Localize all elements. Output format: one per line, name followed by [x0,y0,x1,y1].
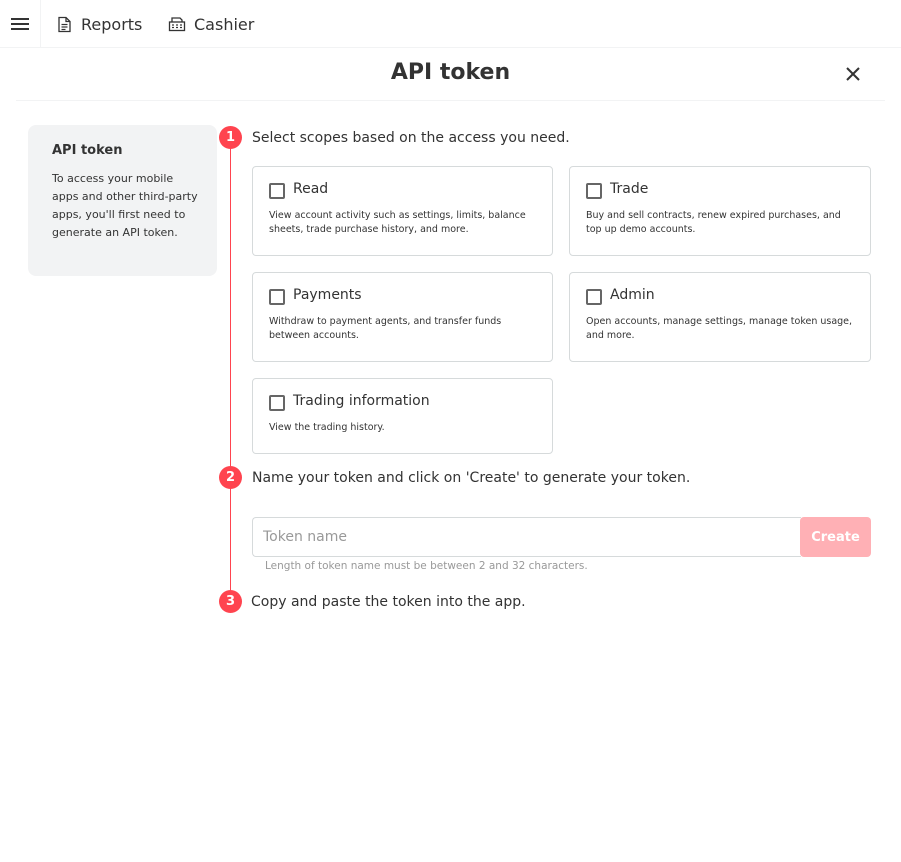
top-bar: Reports Cashier [0,0,901,48]
scope-description: Open accounts, manage settings, manage t… [586,316,853,341]
close-button[interactable] [843,64,863,84]
api-token-info-card: API token To access your mobile apps and… [28,125,217,276]
step-2-badge: 2 [219,466,242,489]
scope-description: Buy and sell contracts, renew expired pu… [586,210,841,235]
trading-information-checkbox[interactable] [269,395,285,411]
scope-label: Read [293,181,329,197]
step-3-badge: 3 [219,590,242,613]
create-token-button[interactable]: Create [800,517,871,557]
info-card-text: To access your mobile apps and other thi… [52,172,198,239]
hamburger-menu-icon [11,18,29,30]
step-3-text: Copy and paste the token into the app. [251,594,526,610]
scope-label: Payments [293,287,362,303]
modal-header: API token [16,48,885,101]
read-checkbox[interactable] [269,183,285,199]
nav-reports-label: Reports [81,14,143,34]
scope-card-read[interactable]: Read View account activity such as setti… [252,166,553,256]
scope-label: Admin [610,287,655,303]
cashier-register-icon [168,17,186,32]
scope-label: Trading information [293,393,430,409]
scope-card-payments[interactable]: Payments Withdraw to payment agents, and… [252,272,553,362]
scope-card-admin[interactable]: Admin Open accounts, manage settings, ma… [569,272,871,362]
scope-label: Trade [610,181,649,197]
scope-card-trading-information[interactable]: Trading information View the trading his… [252,378,553,454]
nav-cashier-label: Cashier [194,14,255,34]
scope-description: View account activity such as settings, … [269,210,526,235]
menu-button[interactable] [0,0,41,48]
close-icon [846,67,860,81]
scope-card-trade[interactable]: Trade Buy and sell contracts, renew expi… [569,166,871,256]
step-1-text: Select scopes based on the access you ne… [252,130,570,146]
scope-description: View the trading history. [269,422,385,433]
token-name-input[interactable] [252,517,801,557]
payments-checkbox[interactable] [269,289,285,305]
step-2-text: Name your token and click on 'Create' to… [252,470,691,486]
nav-reports[interactable]: Reports [56,0,142,48]
modal-title: API token [390,60,511,85]
document-report-icon [58,16,71,32]
step-1-badge: 1 [219,126,242,149]
admin-checkbox[interactable] [586,289,602,305]
trade-checkbox[interactable] [586,183,602,199]
token-name-hint: Length of token name must be between 2 a… [265,560,588,572]
scope-description: Withdraw to payment agents, and transfer… [269,316,502,341]
steps-timeline-line [230,137,231,601]
info-card-title: API token [52,143,123,158]
nav-cashier[interactable]: Cashier [168,0,254,48]
